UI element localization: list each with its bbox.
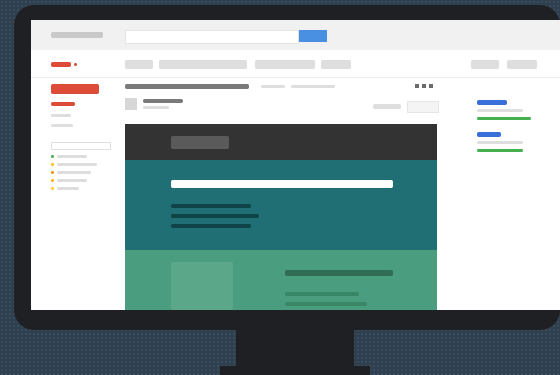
side-panel-link-1[interactable] <box>477 100 507 105</box>
status-label[interactable] <box>57 163 97 166</box>
message-date <box>373 104 401 109</box>
sidebar-item-inbox[interactable] <box>51 102 75 106</box>
sender-email <box>143 106 169 109</box>
email-content-section <box>125 250 437 310</box>
status-dot-icon <box>51 163 54 166</box>
search-input[interactable] <box>125 30 299 44</box>
message-header <box>125 84 439 124</box>
side-panel-url-1[interactable] <box>477 117 531 120</box>
toolbar-button-4[interactable] <box>321 60 351 69</box>
sidebar-item-2[interactable] <box>51 114 71 117</box>
status-label[interactable] <box>57 171 91 174</box>
sidebar-item-3[interactable] <box>51 124 73 127</box>
email-image-placeholder <box>171 262 233 310</box>
email-hero-title <box>171 180 393 188</box>
more-dots-icon[interactable] <box>415 84 437 89</box>
app-title-placeholder <box>51 32 103 38</box>
status-dot-icon <box>51 171 54 174</box>
email-hero-text-line-3 <box>171 224 251 228</box>
side-panel-text-1 <box>477 109 523 112</box>
toolbar-button-2[interactable] <box>159 60 247 69</box>
email-hero-text-line-2 <box>171 214 259 218</box>
monitor-stand-neck <box>236 330 354 370</box>
email-logo <box>171 136 229 149</box>
top-header <box>31 20 560 50</box>
email-banner <box>125 124 437 160</box>
label-tag-2[interactable] <box>291 85 335 88</box>
email-hero <box>125 160 437 250</box>
label-tag[interactable] <box>261 85 285 88</box>
sender-name <box>143 99 183 103</box>
sidebar-search-field[interactable] <box>51 142 111 150</box>
sidebar <box>31 78 121 310</box>
toolbar <box>31 51 560 78</box>
monitor-stand-base <box>220 366 370 375</box>
toolbar-button-right-1[interactable] <box>471 60 499 69</box>
email-content-line-1 <box>285 292 359 296</box>
toolbar-button-3[interactable] <box>255 60 315 69</box>
avatar-icon[interactable] <box>125 98 137 110</box>
side-panel-link-2[interactable] <box>477 132 501 137</box>
chevron-down-icon[interactable] <box>74 63 77 66</box>
side-panel-text-2 <box>477 141 523 144</box>
compose-button[interactable] <box>51 84 99 94</box>
status-dot-icon <box>51 179 54 182</box>
sidebar-status-list <box>51 155 101 195</box>
status-label[interactable] <box>57 179 87 182</box>
reply-button[interactable] <box>407 101 439 113</box>
side-panel <box>477 100 547 180</box>
email-body <box>125 124 437 310</box>
status-dot-icon <box>51 155 54 158</box>
search-button[interactable] <box>299 30 327 42</box>
screen <box>31 20 560 310</box>
message-subject <box>125 84 249 89</box>
status-label[interactable] <box>57 187 79 190</box>
logo-icon[interactable] <box>51 62 71 67</box>
email-content-heading <box>285 270 393 276</box>
toolbar-button-1[interactable] <box>125 60 153 69</box>
email-content-line-2 <box>285 302 367 306</box>
toolbar-button-right-2[interactable] <box>507 60 537 69</box>
side-panel-url-2[interactable] <box>477 149 523 152</box>
status-dot-icon <box>51 187 54 190</box>
email-hero-text-line-1 <box>171 204 251 208</box>
status-label[interactable] <box>57 155 87 158</box>
